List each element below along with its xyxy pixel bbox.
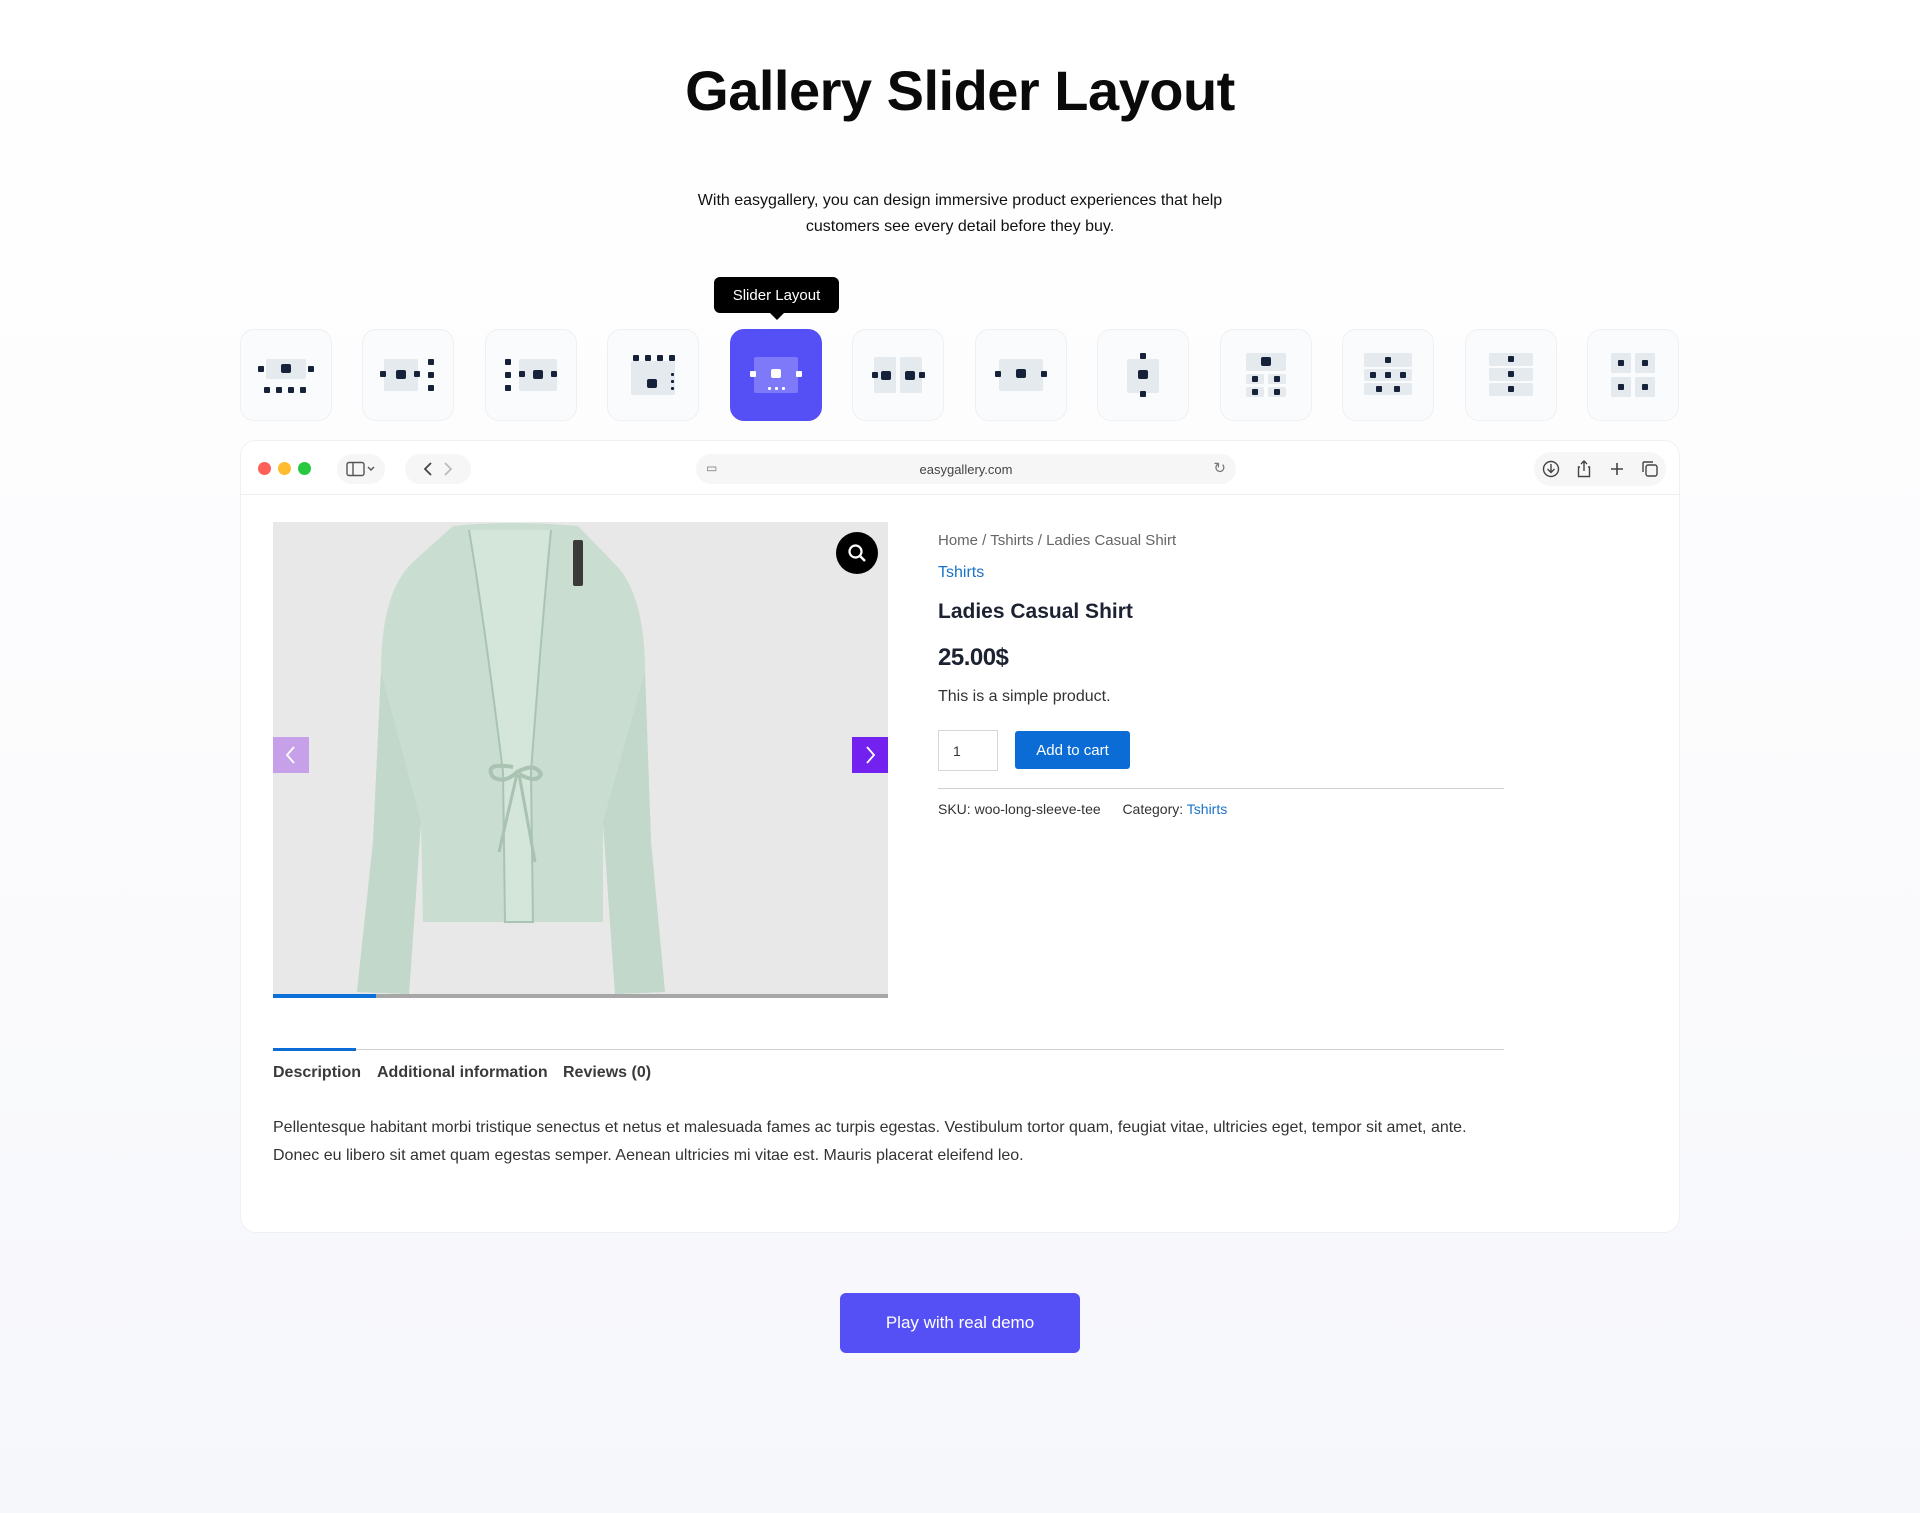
layout-option-slider-thumbs-top[interactable] bbox=[607, 329, 699, 421]
tab-description[interactable]: Description bbox=[273, 1064, 361, 1082]
category-value-link[interactable]: Tshirts bbox=[1187, 801, 1227, 817]
layout-slider-thumbs-left-icon bbox=[503, 353, 559, 397]
sku-label: SKU: bbox=[938, 801, 971, 817]
address-bar[interactable]: ▭ easygallery.com ↻ bbox=[696, 454, 1236, 484]
layout-grid-mixed-icon bbox=[1360, 353, 1416, 397]
layout-option-slider-dots[interactable] bbox=[730, 329, 822, 421]
page-settings-icon[interactable]: ▭ bbox=[706, 461, 717, 475]
forward-icon[interactable] bbox=[438, 460, 458, 478]
layout-option-grid-mixed[interactable] bbox=[1342, 329, 1434, 421]
product-price: 25.00$ bbox=[938, 644, 1009, 671]
history-nav bbox=[405, 454, 471, 484]
layout-grid-2x2-icon bbox=[1605, 353, 1661, 397]
download-icon[interactable] bbox=[1541, 459, 1561, 479]
slider-prev-button[interactable] bbox=[273, 737, 309, 773]
layout-tooltip: Slider Layout bbox=[714, 277, 839, 320]
description-line-2: Donec eu libero sit amet quam egestas se… bbox=[273, 1147, 1024, 1164]
zoom-button[interactable] bbox=[836, 532, 878, 574]
share-icon[interactable] bbox=[1574, 459, 1594, 479]
play-demo-button[interactable]: Play with real demo bbox=[840, 1293, 1080, 1353]
layout-two-column-icon bbox=[870, 353, 926, 397]
reload-icon[interactable]: ↻ bbox=[1213, 459, 1226, 477]
layout-option-slider-plain[interactable] bbox=[975, 329, 1067, 421]
tabs-divider bbox=[273, 1049, 1504, 1050]
layout-stacked-icon bbox=[1483, 353, 1539, 397]
product-title: Ladies Casual Shirt bbox=[938, 600, 1133, 623]
subtitle-line-2: customers see every detail before they b… bbox=[805, 218, 1115, 235]
active-tab-indicator bbox=[273, 1048, 356, 1051]
layout-option-slider-thumbs-bottom[interactable] bbox=[240, 329, 332, 421]
minimize-window-dot[interactable] bbox=[278, 462, 291, 475]
breadcrumb[interactable]: Home / Tshirts / Ladies Casual Shirt bbox=[938, 532, 1176, 549]
sidebar-toggle-button[interactable] bbox=[337, 454, 385, 484]
layout-selector bbox=[240, 329, 1680, 421]
layout-slider-thumbs-top-icon bbox=[625, 353, 681, 397]
browser-toolbar: ▭ easygallery.com ↻ bbox=[241, 441, 1679, 495]
layout-slider-thumbs-right-icon bbox=[380, 353, 436, 397]
product-category-link[interactable]: Tshirts bbox=[938, 564, 984, 582]
layout-option-vertical-slider[interactable] bbox=[1097, 329, 1189, 421]
layout-option-grid-2x2[interactable] bbox=[1587, 329, 1679, 421]
tab-reviews[interactable]: Reviews (0) bbox=[563, 1064, 651, 1082]
layout-grid-featured-icon bbox=[1238, 353, 1294, 397]
product-short-description: This is a simple product. bbox=[938, 688, 1111, 705]
cardigan-product-image bbox=[273, 522, 888, 998]
subtitle-line-1: With easygallery, you can design immersi… bbox=[697, 192, 1223, 209]
browser-actions bbox=[1534, 452, 1666, 486]
slider-progress-track bbox=[273, 994, 888, 998]
chevron-left-icon bbox=[285, 746, 295, 764]
new-tab-icon[interactable] bbox=[1607, 459, 1627, 479]
layout-option-grid-featured[interactable] bbox=[1220, 329, 1312, 421]
sidebar-icon bbox=[346, 461, 375, 477]
product-meta: SKU: woo-long-sleeve-tee Category: Tshir… bbox=[938, 801, 1227, 817]
layout-slider-thumbs-bottom-icon bbox=[258, 353, 314, 397]
layout-option-stacked[interactable] bbox=[1465, 329, 1557, 421]
browser-window: ▭ easygallery.com ↻ Home / Tshirts / Lad… bbox=[240, 440, 1680, 1233]
layout-option-slider-thumbs-right[interactable] bbox=[362, 329, 454, 421]
layout-vertical-slider-icon bbox=[1115, 353, 1171, 397]
layout-option-slider-thumbs-left[interactable] bbox=[485, 329, 577, 421]
quantity-input[interactable] bbox=[938, 730, 998, 771]
layout-slider-plain-icon bbox=[993, 353, 1049, 397]
page-title: Gallery Slider Layout bbox=[685, 59, 1235, 122]
page-subtitle: With easygallery, you can design immersi… bbox=[660, 188, 1260, 240]
meta-divider bbox=[938, 788, 1504, 789]
search-icon bbox=[848, 544, 866, 562]
tab-additional-information[interactable]: Additional information bbox=[377, 1064, 548, 1082]
product-image-slider[interactable] bbox=[273, 522, 888, 998]
layout-slider-dots-icon bbox=[748, 353, 804, 397]
tab-overview-icon[interactable] bbox=[1640, 459, 1660, 479]
address-url: easygallery.com bbox=[919, 461, 1013, 477]
sku-value: woo-long-sleeve-tee bbox=[974, 801, 1101, 817]
description-content: Pellentesque habitant morbi tristique se… bbox=[273, 1114, 1513, 1170]
layout-option-two-column[interactable] bbox=[852, 329, 944, 421]
back-icon[interactable] bbox=[418, 460, 438, 478]
close-window-dot[interactable] bbox=[258, 462, 271, 475]
slider-next-button[interactable] bbox=[852, 737, 888, 773]
maximize-window-dot[interactable] bbox=[298, 462, 311, 475]
slider-progress-fill bbox=[273, 994, 376, 998]
category-label: Category: bbox=[1122, 801, 1184, 817]
add-to-cart-button[interactable]: Add to cart bbox=[1015, 731, 1130, 769]
description-line-1: Pellentesque habitant morbi tristique se… bbox=[273, 1119, 1467, 1136]
chevron-right-icon bbox=[866, 746, 876, 764]
